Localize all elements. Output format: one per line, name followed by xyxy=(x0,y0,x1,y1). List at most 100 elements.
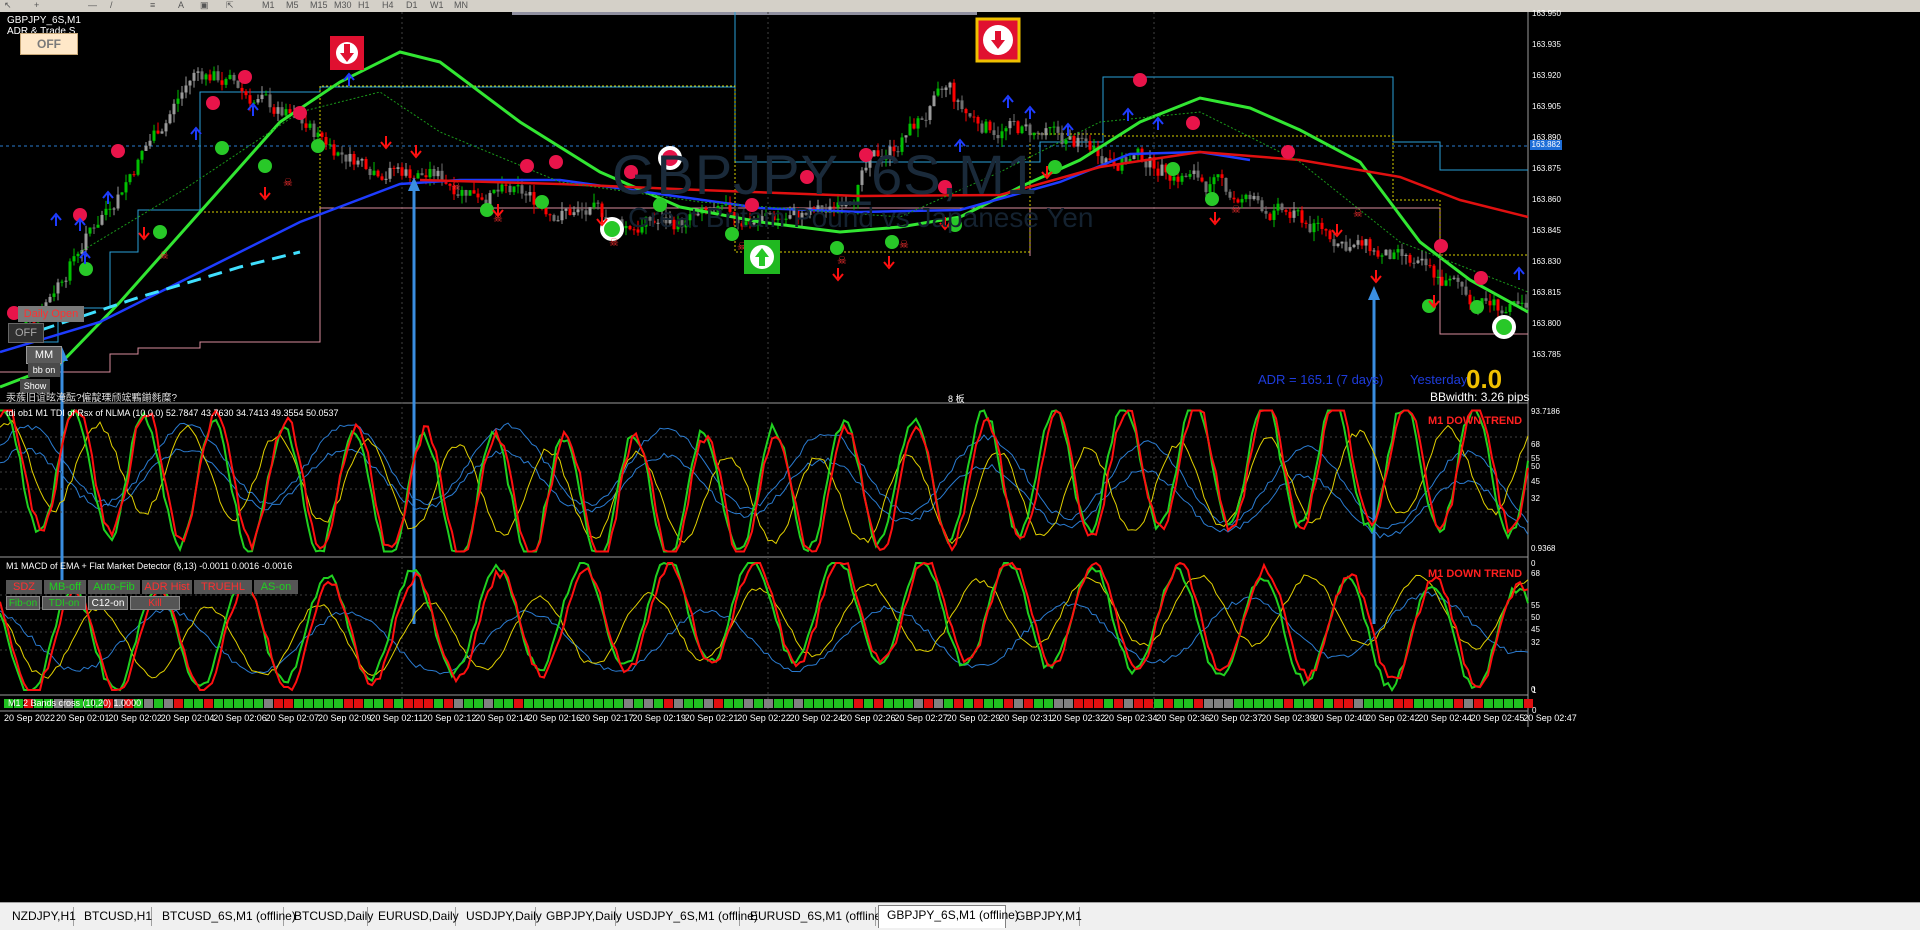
macd-panel-label: M1 MACD of EMA + Flat Market Detector (8… xyxy=(6,561,293,571)
macd-toggle-button[interactable]: TRUEHL xyxy=(194,580,252,594)
timeframe-button[interactable]: M5 xyxy=(286,0,299,11)
candle-body xyxy=(304,123,308,128)
macd-toggle-button[interactable]: C12-on xyxy=(88,596,128,610)
timeframe-button[interactable]: H4 xyxy=(382,0,394,11)
bands-cross-cell xyxy=(1314,699,1323,708)
macd-toggle-button[interactable]: Fib-on xyxy=(6,596,40,610)
label-icon[interactable]: ▣ xyxy=(200,0,209,11)
candle-body xyxy=(496,189,500,192)
candle-body xyxy=(332,144,336,156)
candle-body xyxy=(240,87,244,92)
buy-signal-dot xyxy=(1205,192,1219,206)
macd-toggle-button[interactable]: ADR Hist xyxy=(142,580,192,594)
bands-cross-cell xyxy=(404,699,413,708)
macd-toggle-button[interactable]: Auto-Fib xyxy=(88,580,140,594)
chart-tab[interactable]: GBPJPY,M1 xyxy=(1008,907,1082,926)
macd-toggle-button[interactable]: TDI-on xyxy=(42,596,86,610)
candle-body xyxy=(984,121,988,133)
time-axis-label: 20 Sep 02:44 xyxy=(1418,713,1472,723)
candle-body xyxy=(1348,247,1352,251)
rsi-scale-label: 32 xyxy=(1531,494,1540,503)
candle-body xyxy=(500,184,504,192)
candle-body xyxy=(204,74,208,80)
macd-toggle-button[interactable]: Kill xyxy=(130,596,180,610)
candle-body xyxy=(340,152,344,155)
chart-tab[interactable]: EURUSD,Daily xyxy=(370,907,459,926)
candle-body xyxy=(256,99,260,103)
buy-signal-dot xyxy=(1166,162,1180,176)
channel-icon[interactable]: ≡ xyxy=(150,0,155,11)
bands-cross-cell xyxy=(624,699,633,708)
bands-cross-cell xyxy=(654,699,663,708)
candle-body xyxy=(1524,302,1528,308)
chart-tab[interactable]: EURUSD_6S,M1 (offline) xyxy=(742,907,885,926)
candle-body xyxy=(1288,211,1292,218)
candle-body xyxy=(556,220,560,222)
candle-body xyxy=(1504,311,1508,314)
chart-area[interactable]: ☠ ☠ ☠ ☠ ☠ ☠ ☠ ☠ ☠ ☠ GBPJPY_6S,M1 ADR & Trade S OF… xyxy=(0,9,1920,902)
chart-tab[interactable]: BTCUSD,H1 xyxy=(76,907,152,926)
chart-tab[interactable]: GBPJPY_6S,M1 (offline) xyxy=(878,905,1019,928)
off-button-2[interactable]: OFF xyxy=(8,323,44,343)
buy-signal-dot xyxy=(79,262,93,276)
candle-body xyxy=(1344,241,1348,251)
candle-body xyxy=(1400,249,1404,256)
candle-body xyxy=(1304,222,1308,224)
mm-button[interactable]: MM xyxy=(26,346,62,364)
candle-body xyxy=(1064,139,1068,145)
candle-body xyxy=(472,190,476,194)
chart-tab[interactable]: BTCUSD_6S,M1 (offline) xyxy=(154,907,296,926)
timeframe-button[interactable]: MN xyxy=(454,0,468,11)
down-arrow xyxy=(138,227,150,241)
chart-tab[interactable]: NZDJPY,H1 xyxy=(4,907,76,926)
buy-signal-dot xyxy=(1048,160,1062,174)
timeframe-button[interactable]: D1 xyxy=(406,0,418,11)
timeframe-button[interactable]: M1 xyxy=(262,0,275,11)
candle-body xyxy=(920,118,924,120)
chart-tab[interactable]: BTCUSD,Daily xyxy=(286,907,373,926)
bands-cross-cell xyxy=(324,699,333,708)
candle-body xyxy=(588,207,592,215)
text-tool-icon[interactable]: A xyxy=(178,0,184,11)
candle-body xyxy=(596,202,600,204)
chart-tab[interactable]: USDJPY,Daily xyxy=(458,907,542,926)
chart-tab[interactable]: GBPJPY,Daily xyxy=(538,907,622,926)
bands-cross-cell xyxy=(974,699,983,708)
off-button[interactable]: OFF xyxy=(20,33,78,55)
trendline-icon[interactable]: / xyxy=(110,0,113,11)
macd-toggle-button[interactable]: AS-on xyxy=(254,580,298,594)
bb-on-button[interactable]: bb on xyxy=(28,363,60,377)
timeframe-button[interactable]: M15 xyxy=(310,0,328,11)
crosshair-icon[interactable]: + xyxy=(34,0,39,11)
candle-body xyxy=(268,94,272,108)
macd-toggle-button[interactable]: SDZ xyxy=(6,580,42,594)
timeframe-button[interactable]: H1 xyxy=(358,0,370,11)
cursor-icon[interactable]: ↖ xyxy=(4,0,12,11)
candle-body xyxy=(436,170,440,177)
bands-cross-cell xyxy=(524,699,533,708)
candle-body xyxy=(1132,155,1136,160)
arrows-icon[interactable]: ⇱ xyxy=(226,0,234,11)
up-arrow xyxy=(1002,94,1014,108)
bands-cross-cell xyxy=(444,699,453,708)
timeframe-button[interactable]: W1 xyxy=(430,0,444,11)
macd-toggle-button[interactable]: MB-off xyxy=(44,580,86,594)
chart-tab[interactable]: USDJPY_6S,M1 (offline) xyxy=(618,907,758,926)
candle-body xyxy=(1488,300,1492,306)
candle-body xyxy=(1188,174,1192,177)
bands-cross-cell xyxy=(1054,699,1063,708)
candle-body xyxy=(1160,164,1164,176)
bands-cross-cell xyxy=(914,699,923,708)
timeframe-button[interactable]: M30 xyxy=(334,0,352,11)
candle-body xyxy=(468,190,472,196)
candle-body xyxy=(1388,249,1392,260)
bands-cross-cell xyxy=(944,699,953,708)
candle-body xyxy=(1460,281,1464,287)
daily-open-button[interactable]: Daily Open xyxy=(18,306,84,322)
bands-cross-cell xyxy=(1004,699,1013,708)
bands-cross-cell xyxy=(1264,699,1273,708)
bands-cross-cell xyxy=(394,699,403,708)
candle-body xyxy=(192,72,196,81)
hline-icon[interactable]: — xyxy=(88,0,97,11)
candle-body xyxy=(1052,126,1056,128)
